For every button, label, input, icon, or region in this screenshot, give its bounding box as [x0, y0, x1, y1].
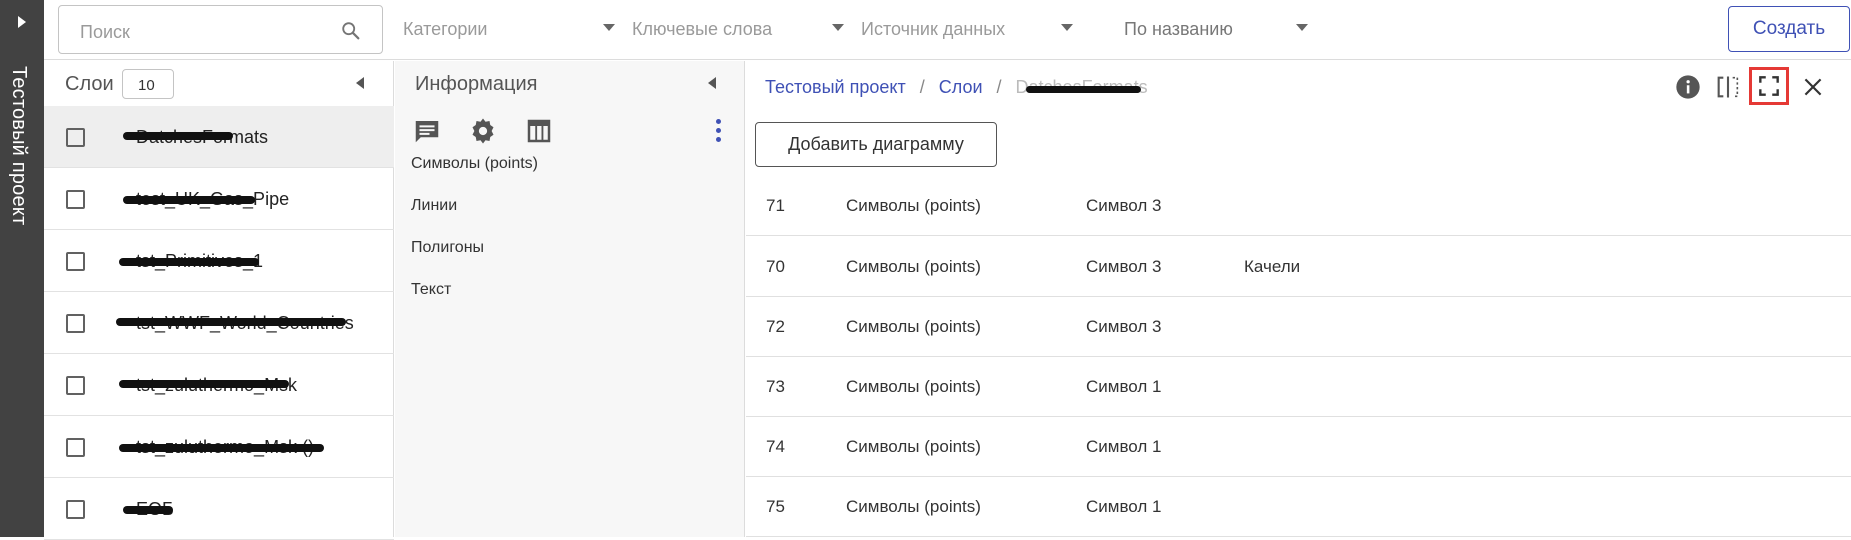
cell-type: Символы (points) [846, 317, 981, 336]
redaction-mark [123, 506, 173, 514]
layer-checkbox[interactable] [66, 500, 85, 519]
cell-type: Символы (points) [846, 257, 981, 276]
sort-select[interactable]: По названию [1124, 0, 1308, 58]
redaction-mark [1026, 86, 1141, 93]
info-title: Информация [415, 73, 538, 95]
layer-checkbox[interactable] [66, 252, 85, 271]
chevron-down-icon [1296, 24, 1308, 31]
breadcrumb-layers[interactable]: Слои [939, 77, 983, 97]
detail-panel: Тестовый проект/Слои/DatchesFormats Доба… [746, 61, 1851, 537]
cell-symbol: Символ 3 [1086, 196, 1162, 215]
layers-title: Слои [65, 73, 114, 95]
info-icon[interactable] [1670, 69, 1706, 105]
chevron-down-icon [1061, 24, 1073, 31]
info-item[interactable]: Символы (points) [411, 155, 538, 173]
redaction-mark [119, 258, 259, 266]
layer-row[interactable]: tst_Primitives_1 [44, 230, 394, 292]
cell-id: 71 [766, 196, 785, 215]
sort-label: По названию [1124, 18, 1233, 39]
filter-label: Источник данных [861, 18, 1006, 39]
filter-label: Категории [403, 18, 488, 39]
filter-keywords[interactable]: Ключевые слова [632, 0, 844, 58]
cell-symbol: Символ 3 [1086, 317, 1162, 336]
layer-checkbox[interactable] [66, 314, 85, 333]
cell-id: 73 [766, 377, 785, 396]
cell-symbol: Символ 3 [1086, 257, 1162, 276]
layer-row[interactable]: DatchesFormats [44, 106, 394, 168]
redaction-mark [119, 444, 324, 452]
comment-icon[interactable] [412, 116, 442, 146]
cell-symbol: Символ 1 [1086, 497, 1162, 516]
page-size-input[interactable]: 10 [122, 69, 174, 99]
cell-id: 70 [766, 257, 785, 276]
chevron-down-icon [603, 24, 615, 31]
search-icon[interactable] [340, 20, 362, 42]
close-icon[interactable] [1795, 69, 1831, 105]
layer-checkbox[interactable] [66, 190, 85, 209]
layer-checkbox[interactable] [66, 438, 85, 457]
cell-type: Символы (points) [846, 377, 981, 396]
layers-panel: Слои 10 DatchesFormats test_UK_Gas_Pipe … [44, 61, 394, 540]
table-row[interactable]: 74 Символы (points) Символ 1 [746, 417, 1851, 477]
cell-symbol: Символ 1 [1086, 437, 1162, 456]
breadcrumb-project[interactable]: Тестовый проект [765, 77, 906, 97]
project-rail: Тестовый проект [0, 0, 44, 537]
layer-checkbox[interactable] [66, 376, 85, 395]
layer-row[interactable]: test_UK_Gas_Pipe [44, 168, 394, 230]
cell-id: 72 [766, 317, 785, 336]
info-item[interactable]: Полигоны [411, 239, 484, 257]
filter-categories[interactable]: Категории [403, 0, 615, 58]
expand-rail-button[interactable] [0, 0, 44, 44]
search-input[interactable]: Поиск [58, 5, 383, 54]
collapse-info-icon[interactable] [708, 77, 716, 89]
layer-row[interactable]: tst_WWF_World_Countries [44, 292, 394, 354]
create-button[interactable]: Создать [1728, 6, 1850, 52]
cell-id: 74 [766, 437, 785, 456]
redaction-mark [119, 380, 289, 388]
cell-name: Качели [1244, 257, 1301, 276]
table-row[interactable]: 75 Символы (points) Символ 1 [746, 477, 1851, 537]
layer-checkbox[interactable] [66, 128, 85, 147]
cell-type: Символы (points) [846, 196, 981, 215]
top-toolbar: Поиск Категории Ключевые слова Источник … [44, 0, 1851, 60]
table-row[interactable]: 73 Символы (points) Символ 1 [746, 357, 1851, 417]
more-vert-icon[interactable] [716, 119, 722, 143]
info-panel: Информация Символы (points) Линии Полиго… [395, 61, 745, 537]
table-row[interactable]: 71 Символы (points) Символ 3 [746, 176, 1851, 236]
cell-type: Символы (points) [846, 437, 981, 456]
cell-id: 75 [766, 497, 785, 516]
cell-symbol: Символ 1 [1086, 377, 1162, 396]
add-chart-button[interactable]: Добавить диаграмму [755, 122, 997, 167]
table-row[interactable]: 72 Символы (points) Символ 3 [746, 297, 1851, 357]
redaction-mark [123, 196, 255, 204]
chevron-right-icon [18, 16, 26, 28]
fullscreen-icon[interactable] [1749, 67, 1789, 105]
table-row[interactable]: 70 Символы (points) Символ 3 Качели [746, 237, 1851, 297]
cell-type: Символы (points) [846, 497, 981, 516]
filter-label: Ключевые слова [632, 18, 773, 39]
info-item[interactable]: Текст [411, 281, 451, 299]
redaction-mark [116, 318, 346, 326]
layer-row[interactable]: tst_zuluthermo_Msk () [44, 416, 394, 478]
split-view-icon[interactable] [1710, 69, 1746, 105]
gear-icon[interactable] [468, 116, 498, 146]
project-title: Тестовый проект [8, 66, 30, 226]
layer-row[interactable]: tst_zuluthermo_Msk [44, 354, 394, 416]
table-icon[interactable] [524, 116, 554, 146]
search-placeholder: Поиск [80, 22, 130, 42]
info-item[interactable]: Линии [411, 197, 457, 215]
redaction-mark [123, 132, 233, 140]
chevron-down-icon [832, 24, 844, 31]
layers-header: Слои 10 [44, 61, 394, 106]
collapse-layers-icon[interactable] [356, 77, 364, 89]
layer-row[interactable]: ЕОБ [44, 478, 394, 540]
filter-data-source[interactable]: Источник данных [861, 0, 1073, 58]
